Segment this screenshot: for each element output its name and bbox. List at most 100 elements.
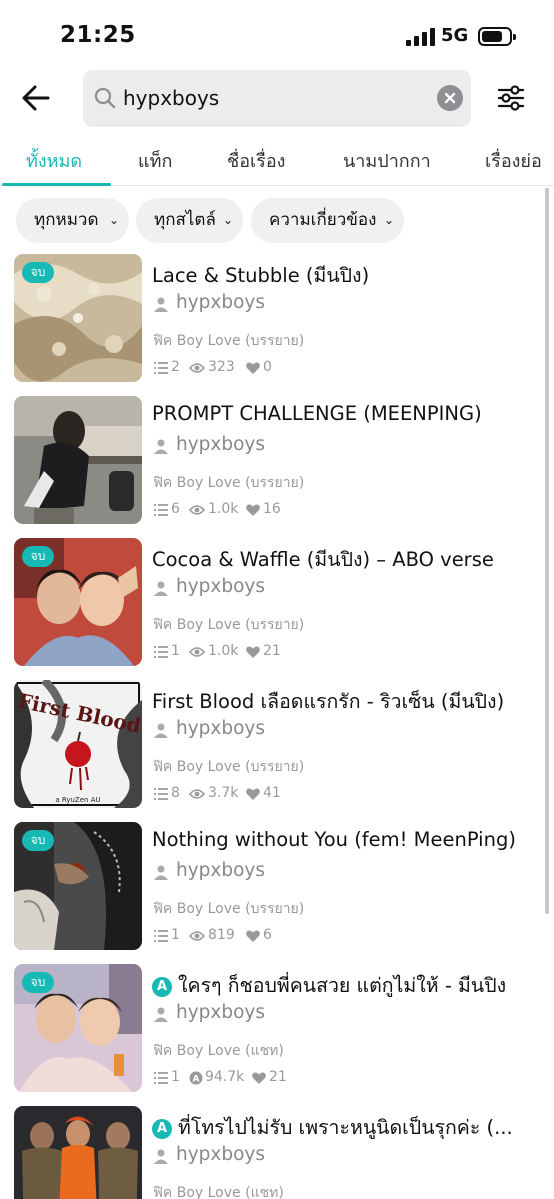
story-cover — [14, 1106, 142, 1199]
story-cover: จบ — [14, 254, 142, 382]
chapter-count: 8 — [171, 785, 180, 801]
eye-icon — [189, 647, 205, 657]
story-title: First Blood เลือดแรกรัก - ริวเซ็น (มีนปิ… — [152, 690, 505, 713]
story-item[interactable]: จบ Nothing without You (fem! MeenPing) h… — [0, 822, 540, 952]
chevron-down-icon: ⌄ — [383, 213, 394, 227]
close-icon — [444, 92, 456, 104]
story-title-text: ที่โทรไปไม่รับ เพราะหนูนิดเป็นรุกค่ะ (..… — [178, 1116, 513, 1139]
user-icon — [154, 581, 168, 596]
story-cover: จบ — [14, 538, 142, 666]
tab-tags[interactable]: แท็ก — [138, 146, 172, 175]
category-filter-chip[interactable]: ทุกหมวด ⌄ — [16, 198, 129, 243]
list-icon — [154, 646, 168, 658]
back-button[interactable] — [18, 80, 54, 116]
list-icon — [154, 362, 168, 374]
filter-settings-button[interactable] — [496, 83, 526, 113]
cellular-signal-icon — [406, 28, 436, 46]
story-author[interactable]: hypxboys — [176, 860, 265, 881]
story-category: ฟิค Boy Love (บรรยาย) — [153, 333, 305, 349]
story-author[interactable]: hypxboys — [176, 576, 265, 597]
story-item[interactable]: จบ Cocoa & Waffle (มีนปิง) – ABO verse h… — [0, 538, 540, 668]
story-item[interactable]: First Blood a RyuZen AU First Blood เลือ… — [0, 680, 540, 810]
user-icon — [154, 439, 168, 454]
cover-subtitle-art: a RyuZen AU — [55, 796, 100, 804]
story-category: ฟิค Boy Love (บรรยาย) — [153, 475, 305, 491]
search-bar[interactable] — [83, 70, 471, 127]
story-author[interactable]: hypxboys — [176, 434, 265, 455]
clear-search-button[interactable] — [437, 85, 463, 111]
completed-badge: จบ — [22, 972, 54, 993]
story-cover: จบ — [14, 822, 142, 950]
scrollbar[interactable] — [545, 188, 549, 914]
like-count: 41 — [263, 785, 281, 801]
story-category: ฟิค Boy Love (บรรยาย) — [153, 759, 305, 775]
story-cover: จบ — [14, 964, 142, 1092]
chevron-down-icon: ⌄ — [108, 213, 119, 227]
story-title-text: ใครๆ ก็ชอบพี่คนสวย แต่กูไม่ให้ - มีนปิง — [178, 974, 507, 997]
tab-synopsis[interactable]: เรื่องย่อ — [485, 146, 542, 175]
search-icon — [94, 87, 116, 109]
story-author[interactable]: hypxboys — [176, 292, 265, 313]
ai-story-badge: A — [152, 1119, 172, 1139]
battery-icon — [478, 27, 516, 46]
list-icon — [154, 930, 168, 942]
heart-icon — [246, 646, 260, 658]
story-title: A ใครๆ ก็ชอบพี่คนสวย แต่กูไม่ให้ - มีนปิง — [152, 970, 537, 1001]
list-icon — [154, 504, 168, 516]
story-title: PROMPT CHALLENGE (MEENPING) — [152, 402, 482, 425]
completed-badge: จบ — [22, 546, 54, 567]
view-count: 819 — [208, 927, 235, 943]
story-title: Lace & Stubble (มีนปิง) — [152, 264, 370, 287]
chip-label: ความเกี่ยวข้อง — [269, 210, 377, 230]
eye-icon — [189, 931, 205, 941]
user-icon — [154, 723, 168, 738]
completed-badge: จบ — [22, 830, 54, 851]
story-category: ฟิค Boy Love (บรรยาย) — [153, 617, 305, 633]
story-title: Cocoa & Waffle (มีนปิง) – ABO verse — [152, 548, 494, 571]
like-count: 21 — [269, 1069, 287, 1085]
active-tab-indicator — [2, 183, 111, 186]
eye-icon — [189, 363, 205, 373]
status-bar: 21:25 5G — [0, 0, 554, 70]
status-time: 21:25 — [60, 22, 136, 48]
list-icon — [154, 1072, 168, 1084]
heart-icon — [246, 788, 260, 800]
like-count: 21 — [263, 643, 281, 659]
tab-pen-name[interactable]: นามปากกา — [343, 146, 431, 175]
sort-filter-chip[interactable]: ความเกี่ยวข้อง ⌄ — [251, 198, 404, 243]
tab-all[interactable]: ทั้งหมด — [26, 146, 82, 175]
story-category: ฟิค Boy Love (แชท) — [153, 1185, 284, 1199]
story-author[interactable]: hypxboys — [176, 1002, 265, 1023]
story-item[interactable]: PROMPT CHALLENGE (MEENPING) hypxboys ฟิค… — [0, 396, 540, 526]
story-category: ฟิค Boy Love (บรรยาย) — [153, 901, 305, 917]
story-item[interactable]: A ที่โทรไปไม่รับ เพราะหนูนิดเป็นรุกค่ะ (.… — [0, 1106, 540, 1199]
story-title: Nothing without You (fem! MeenPing) — [152, 828, 516, 851]
eye-icon — [189, 505, 205, 515]
chapter-count: 6 — [171, 501, 180, 517]
chapter-count: 1 — [171, 927, 180, 943]
heart-icon — [246, 930, 260, 942]
chip-label: ทุกหมวด — [34, 210, 99, 230]
ai-story-badge: A — [152, 977, 172, 997]
story-category: ฟิค Boy Love (แชท) — [153, 1043, 284, 1059]
network-type: 5G — [441, 25, 469, 46]
chevron-down-icon: ⌄ — [222, 213, 233, 227]
story-item[interactable]: จบ Lace & Stubble (มีนปิง) hypxboys ฟิค … — [0, 254, 540, 384]
search-input[interactable] — [123, 82, 423, 114]
style-filter-chip[interactable]: ทุกสไตล์ ⌄ — [136, 198, 243, 243]
heart-icon — [246, 362, 260, 374]
search-tabs: ทั้งหมด แท็ก ชื่อเรื่อง นามปากกา เรื่องย… — [0, 140, 554, 186]
like-count: 16 — [263, 501, 281, 517]
view-count: 94.7k — [205, 1069, 245, 1085]
story-item[interactable]: จบ A ใครๆ ก็ชอบพี่คนสวย แต่กูไม่ให้ - มีน… — [0, 964, 540, 1094]
story-author[interactable]: hypxboys — [176, 718, 265, 739]
ai-view-icon: A — [189, 1071, 203, 1085]
user-icon — [154, 1149, 168, 1164]
story-author[interactable]: hypxboys — [176, 1144, 265, 1165]
ai-view-glyph: A — [193, 1075, 200, 1085]
tab-title[interactable]: ชื่อเรื่อง — [227, 146, 285, 175]
view-count: 3.7k — [208, 785, 239, 801]
heart-icon — [246, 504, 260, 516]
story-cover: First Blood a RyuZen AU — [14, 680, 142, 808]
chapter-count: 2 — [171, 359, 180, 375]
